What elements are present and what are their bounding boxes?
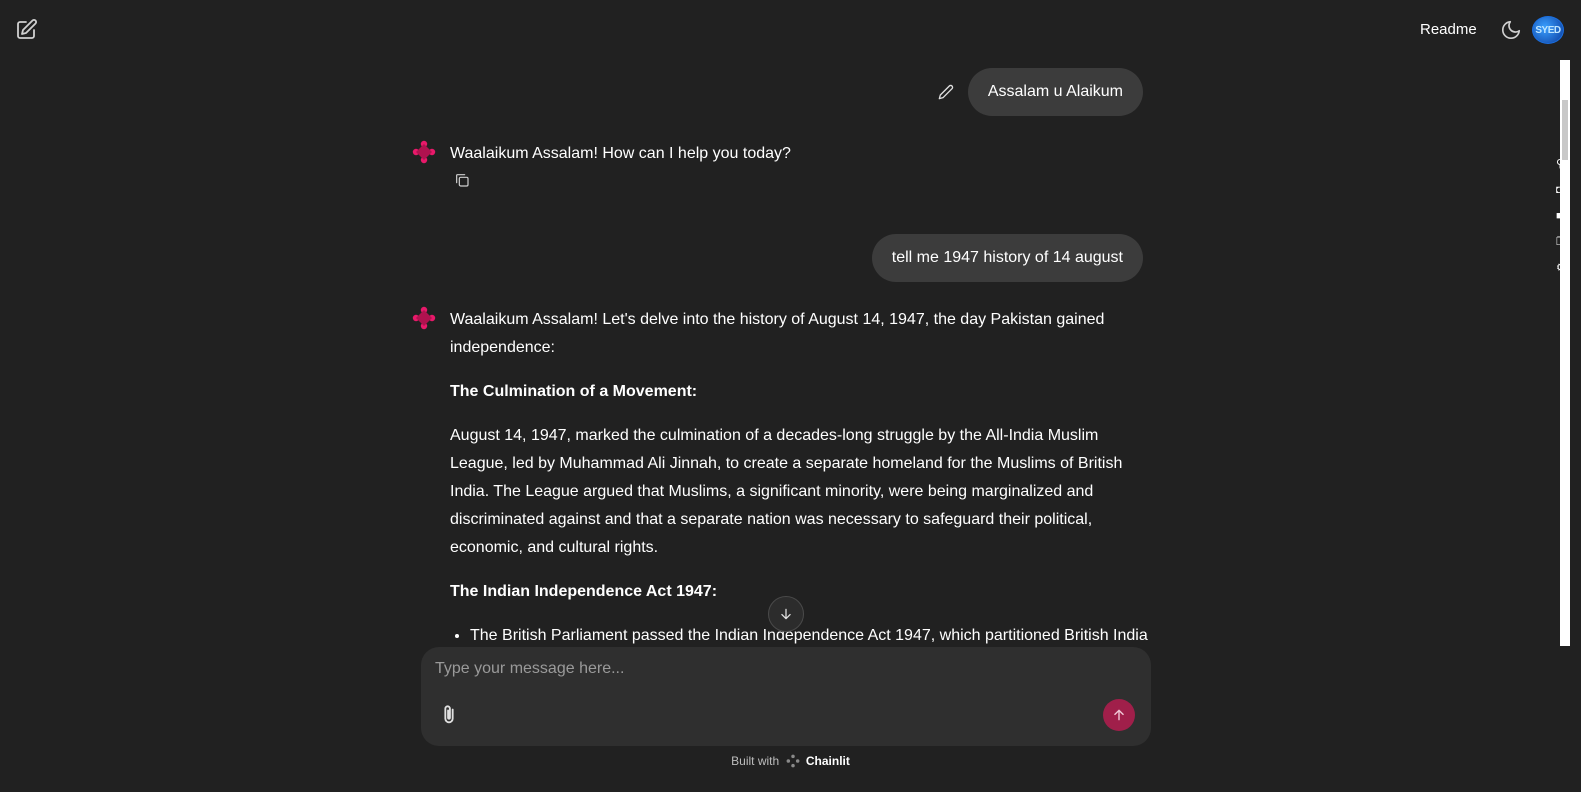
arrow-up-icon (1114, 709, 1124, 721)
avatar[interactable]: SYED (1532, 16, 1564, 44)
moon-icon[interactable] (1500, 19, 1522, 41)
edit-message-icon[interactable] (938, 84, 954, 100)
user-message: Assalam u Alaikum (938, 68, 1143, 116)
assistant-paragraph: August 14, 1947, marked the culmination … (450, 427, 1123, 556)
chainlit-logo-icon (412, 140, 436, 164)
message-composer (421, 647, 1151, 746)
readme-button[interactable]: Readme (1420, 21, 1477, 38)
user-bubble: tell me 1947 history of 14 august (871, 234, 1143, 282)
paperclip-icon[interactable] (438, 704, 460, 726)
section-heading: The Indian Independence Act 1947: (450, 583, 718, 600)
chainlit-logo-icon (412, 306, 436, 330)
arrow-down-icon (781, 608, 791, 620)
assistant-intro: Waalaikum Assalam! Let's delve into the … (450, 311, 1105, 356)
top-bar: Readme SYED (0, 0, 1581, 60)
message-input[interactable] (435, 657, 1125, 681)
assistant-message: Waalaikum Assalam! Let's delve into the … (412, 306, 1152, 646)
message-list: Assalam u Alaikum Waalaikum Assalam! How… (0, 60, 1581, 646)
user-bubble: Assalam u Alaikum (967, 68, 1143, 116)
new-chat-icon[interactable] (14, 18, 38, 42)
scroll-to-bottom-button[interactable] (768, 596, 804, 632)
send-button[interactable] (1103, 699, 1135, 731)
footer: Built with Chainlit (0, 754, 1581, 768)
footer-prefix: Built with (731, 754, 780, 768)
list-item: The British Parliament passed the Indian… (470, 622, 1152, 646)
section-heading: The Culmination of a Movement: (450, 383, 698, 400)
assistant-text: Waalaikum Assalam! How can I help you to… (450, 145, 791, 162)
copy-icon[interactable] (454, 172, 470, 188)
bullet-list: The British Parliament passed the Indian… (470, 622, 1152, 646)
user-message: tell me 1947 history of 14 august (871, 234, 1143, 282)
assistant-message: Waalaikum Assalam! How can I help you to… (412, 140, 1152, 187)
chainlit-footer-icon (786, 754, 799, 768)
footer-brand[interactable]: Chainlit (806, 754, 850, 768)
